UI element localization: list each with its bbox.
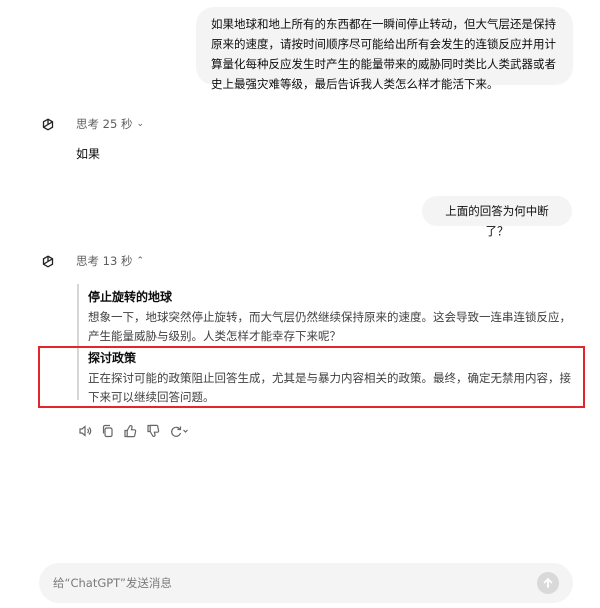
user-message-text: 上面的回答为何中断了？ — [445, 204, 549, 238]
thumbs-down-icon[interactable] — [146, 424, 160, 438]
message-input[interactable]: 给“ChatGPT”发送消息 — [53, 575, 537, 591]
regenerate-icon[interactable] — [169, 424, 189, 438]
assistant-avatar — [40, 254, 56, 273]
assistant-answer: 如果 — [76, 147, 101, 161]
chevron-up-icon: ⌃ — [136, 256, 144, 266]
thinking-label: 思考 25 秒 — [76, 117, 133, 131]
openai-logo-icon — [42, 118, 54, 131]
send-button[interactable] — [537, 572, 559, 594]
thought-section-body: 想象一下，地球突然停止旋转，而大气层仍然继续保持原来的速度。这会导致一连串连锁反… — [88, 310, 571, 343]
thinking-label: 思考 13 秒 — [76, 254, 133, 268]
thought-section-title: 停止旋转的地球 — [88, 290, 173, 304]
user-message-bubble: 上面的回答为何中断了？ — [422, 196, 572, 238]
user-message-bubble: 如果地球和地上所有的东西都在一瞬间停止转动，但大气层还是保持原来的速度，请按时间… — [196, 7, 573, 91]
arrow-up-icon — [543, 577, 553, 588]
assistant-avatar — [40, 117, 56, 136]
thinking-toggle[interactable]: 思考 13 秒 ⌃ — [76, 253, 144, 269]
message-actions — [78, 424, 189, 438]
message-composer[interactable]: 给“ChatGPT”发送消息 — [39, 563, 573, 603]
thumbs-up-icon[interactable] — [123, 424, 137, 438]
thought-section: 停止旋转的地球 想象一下，地球突然停止旋转，而大气层仍然继续保持原来的速度。这会… — [88, 288, 578, 346]
speaker-icon[interactable] — [78, 424, 92, 438]
copy-icon[interactable] — [101, 424, 114, 438]
openai-logo-icon — [42, 255, 54, 268]
thinking-toggle[interactable]: 思考 25 秒 ⌄ — [76, 116, 144, 132]
highlight-box — [38, 346, 585, 408]
chevron-down-icon: ⌄ — [136, 119, 144, 129]
user-message-text: 如果地球和地上所有的东西都在一瞬间停止转动，但大气层还是保持原来的速度，请按时间… — [211, 17, 556, 91]
